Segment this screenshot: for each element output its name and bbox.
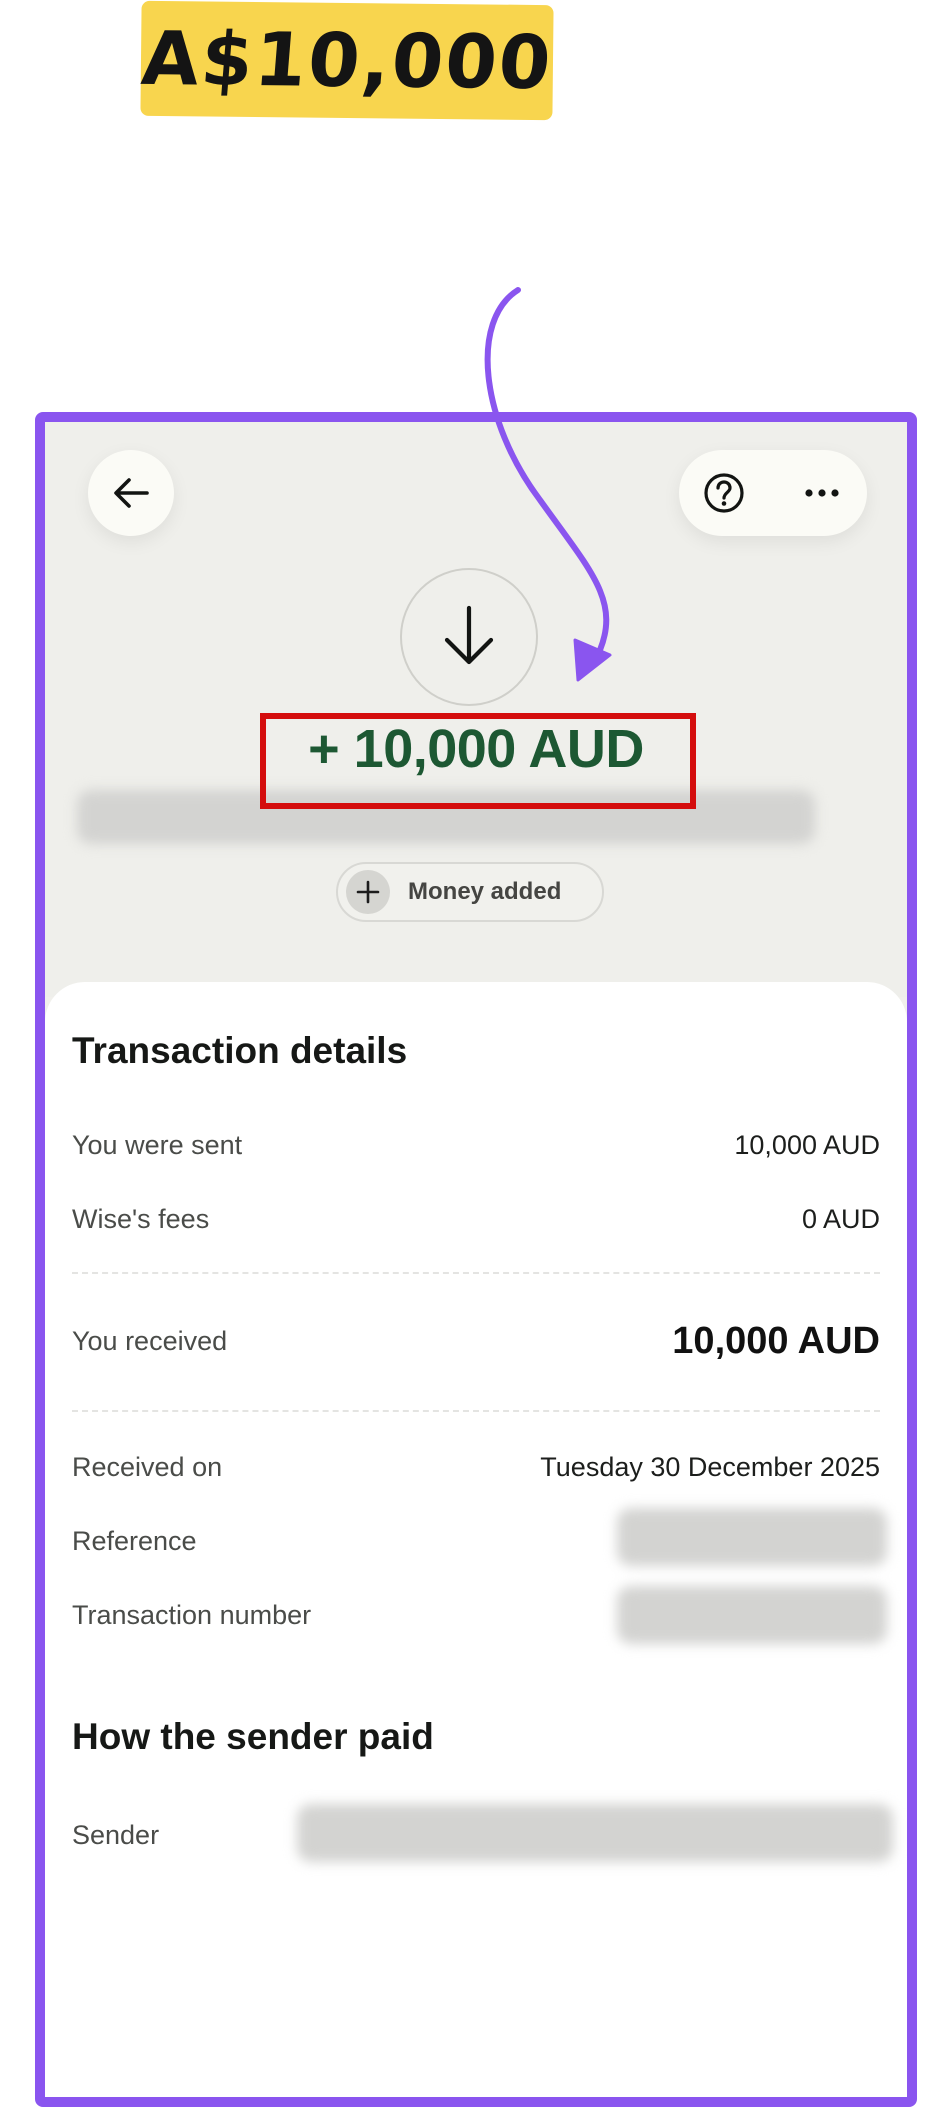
amount-sticker-text: A$10,000 — [138, 15, 556, 106]
direction-indicator — [400, 568, 538, 706]
help-circle-icon[interactable] — [701, 470, 747, 516]
app-screenshot-frame: + 10,000 AUD Money added Transaction det… — [35, 412, 917, 2107]
more-horizontal-icon[interactable] — [799, 470, 845, 516]
received-value: 10,000 AUD — [672, 1320, 880, 1362]
arrow-left-icon — [114, 478, 149, 508]
fees-value: 0 AUD — [801, 1204, 880, 1234]
amount-highlight-box — [260, 713, 696, 809]
back-button[interactable] — [88, 450, 174, 536]
received-on-label: Received on — [72, 1452, 223, 1482]
transaction-number-label: Transaction number — [72, 1600, 312, 1630]
chip-label: Money added — [408, 878, 562, 905]
sender-label: Sender — [72, 1820, 160, 1850]
received-on-value: Tuesday 30 December 2025 — [540, 1452, 880, 1482]
divider — [72, 1272, 880, 1274]
arrow-down-icon — [444, 605, 494, 665]
transaction-number-redacted — [617, 1586, 887, 1644]
sent-label: You were sent — [72, 1130, 243, 1160]
fees-label: Wise's fees — [72, 1204, 210, 1234]
money-added-chip[interactable]: Money added — [336, 862, 604, 922]
details-sheet: Transaction details You were sent 10,000… — [45, 982, 907, 2097]
received-label: You received — [72, 1326, 228, 1356]
amount-sticker: A$10,000 — [138, 0, 556, 121]
plus-icon — [346, 870, 390, 914]
sender-section-title: How the sender paid — [72, 1716, 434, 1757]
sent-value: 10,000 AUD — [734, 1130, 880, 1160]
divider — [72, 1410, 880, 1412]
transaction-header-area: + 10,000 AUD Money added — [45, 422, 907, 997]
reference-label: Reference — [72, 1526, 197, 1556]
transaction-details-title: Transaction details — [72, 1030, 408, 1071]
reference-value-redacted — [617, 1508, 887, 1566]
actions-pill — [679, 450, 867, 536]
sender-value-redacted — [297, 1804, 893, 1862]
